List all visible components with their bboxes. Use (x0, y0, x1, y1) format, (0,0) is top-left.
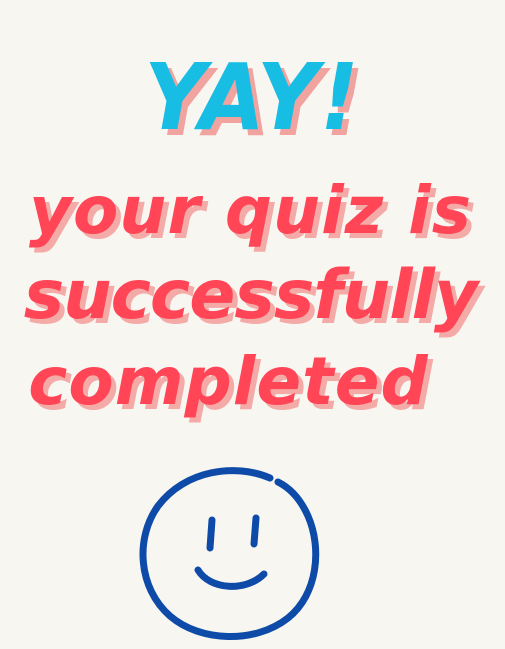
message-line-2: successfully (23, 256, 479, 335)
smiley-right-eye (250, 514, 260, 548)
smiley-outline (139, 467, 320, 640)
message-line-1: your quiz is (28, 172, 473, 249)
yay-heading: YAY! (144, 44, 361, 151)
smiley-face-icon (139, 467, 320, 640)
message-line-3: completed (28, 343, 429, 420)
smiley-mouth (194, 566, 268, 590)
smiley-left-eye (206, 516, 216, 552)
celebration-card: YAY! your quiz is successfully completed (0, 0, 505, 649)
